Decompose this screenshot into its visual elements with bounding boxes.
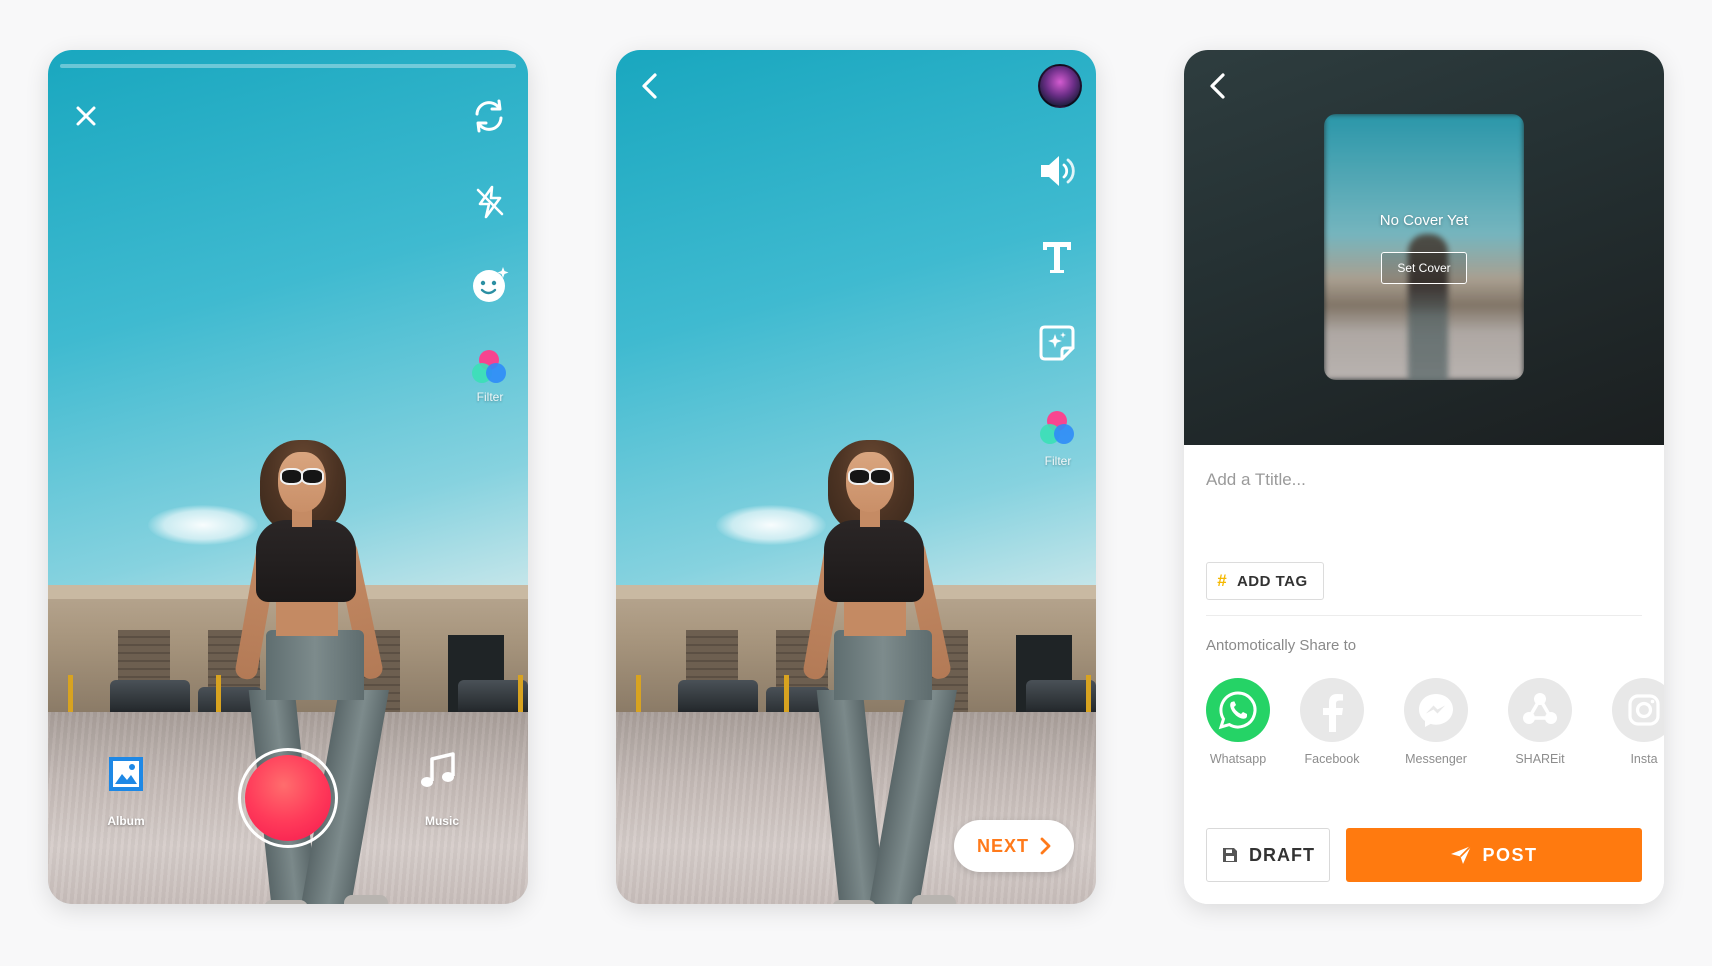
next-button[interactable]: NEXT — [954, 820, 1074, 872]
whatsapp-icon — [1206, 678, 1270, 742]
share-target-label: Insta — [1630, 752, 1658, 766]
draft-button[interactable]: DRAFT — [1206, 828, 1330, 882]
no-cover-text: No Cover Yet — [1379, 212, 1469, 229]
draft-button-label: DRAFT — [1249, 844, 1315, 865]
messenger-icon — [1404, 678, 1468, 742]
beauty-face-icon[interactable] — [468, 262, 512, 306]
user-avatar[interactable] — [1038, 64, 1082, 108]
video-preview — [616, 50, 1096, 904]
add-tag-label: ADD TAG — [1236, 572, 1308, 590]
post-button[interactable]: POST — [1346, 828, 1642, 882]
share-target-label: Facebook — [1304, 752, 1360, 766]
music-label: Music — [424, 814, 459, 828]
share-target-whatsapp[interactable]: Whatsapp — [1188, 678, 1288, 766]
publish-form: # ADD TAG Antomotically Share to Whatsap… — [1184, 445, 1664, 904]
post-button-label: POST — [1482, 844, 1538, 865]
flash-off-icon[interactable] — [470, 182, 510, 222]
share-target-facebook[interactable]: Facebook — [1282, 678, 1382, 766]
back-icon[interactable] — [632, 68, 668, 104]
music-icon[interactable] — [418, 750, 458, 792]
text-icon[interactable] — [1036, 236, 1078, 278]
send-icon — [1451, 845, 1473, 864]
save-icon — [1223, 848, 1237, 862]
album-icon[interactable] — [108, 756, 144, 792]
hashtag-icon: # — [1217, 571, 1227, 590]
filter-icon[interactable] — [468, 347, 512, 387]
share-target-shareit[interactable]: SHAREit — [1490, 678, 1590, 766]
flip-camera-icon[interactable] — [468, 95, 510, 137]
recording-progress-bar — [60, 64, 516, 68]
album-label: Album — [107, 814, 145, 828]
chevron-right-icon — [1040, 837, 1051, 855]
filter-label: Filter — [1044, 454, 1072, 468]
record-button-core — [245, 755, 331, 841]
share-target-label: Whatsapp — [1209, 752, 1267, 766]
cover-preview: No Cover Yet Set Cover — [1324, 114, 1524, 380]
share-target-label: Messenger — [1405, 752, 1467, 766]
camera-screen: Filter Album Music — [48, 50, 528, 904]
share-target-messenger[interactable]: Messenger — [1386, 678, 1486, 766]
share-target-label: SHAREit — [1515, 752, 1565, 766]
next-button-label: NEXT — [976, 835, 1029, 856]
facebook-icon — [1300, 678, 1364, 742]
record-button[interactable] — [238, 748, 338, 848]
share-target-instagram[interactable]: Insta — [1594, 678, 1664, 766]
divider — [1206, 615, 1642, 616]
filter-icon[interactable] — [1036, 408, 1080, 448]
cover-header: No Cover Yet Set Cover — [1184, 50, 1664, 445]
edit-screen: Filter NEXT — [616, 50, 1096, 904]
back-icon[interactable] — [1200, 68, 1236, 104]
share-heading: Antomotically Share to — [1206, 637, 1357, 654]
instagram-icon — [1612, 678, 1664, 742]
add-tag-button[interactable]: # ADD TAG — [1206, 562, 1324, 600]
filter-label: Filter — [476, 390, 504, 404]
volume-icon[interactable] — [1036, 150, 1078, 192]
title-input[interactable] — [1206, 465, 1636, 495]
close-icon[interactable] — [68, 98, 104, 134]
set-cover-button[interactable]: Set Cover — [1381, 252, 1467, 284]
sticker-icon[interactable] — [1036, 322, 1078, 364]
shareit-icon — [1508, 678, 1572, 742]
share-targets: Whatsapp Facebook Messenger SHAREit Inst… — [1184, 678, 1664, 778]
publish-screen: No Cover Yet Set Cover # ADD TAG Antomot… — [1184, 50, 1664, 904]
